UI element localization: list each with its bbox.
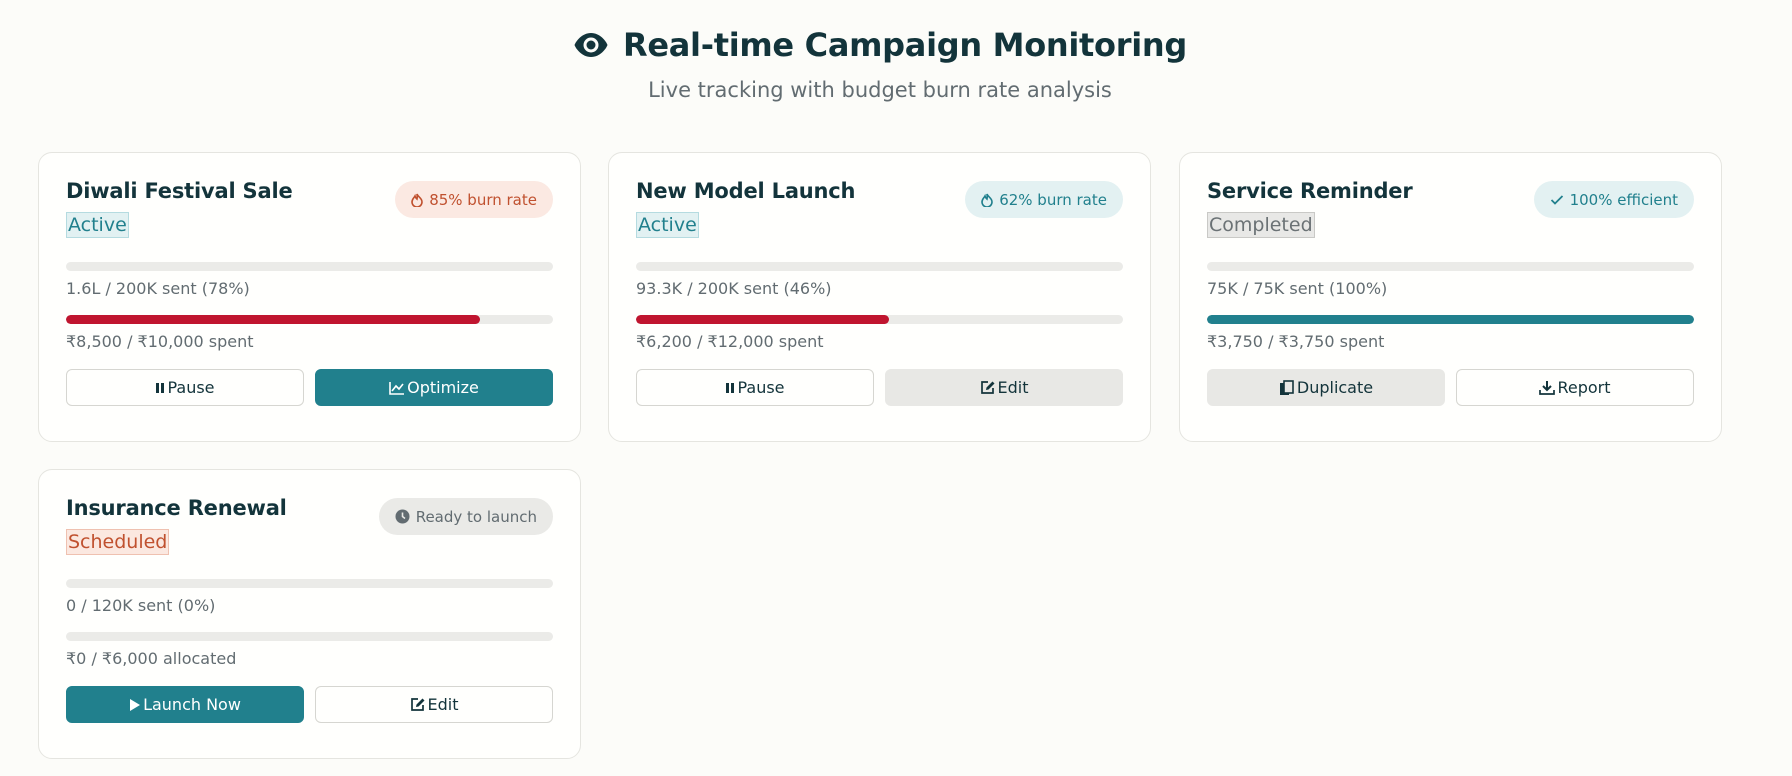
campaign-card: Insurance Renewal Scheduled Ready to lau… xyxy=(38,469,581,759)
button-label: Duplicate xyxy=(1296,378,1374,397)
launch-now-button[interactable]: Launch Now xyxy=(66,686,304,723)
title-row: Real-time Campaign Monitoring xyxy=(0,26,1760,64)
badge-text: 62% burn rate xyxy=(999,190,1107,209)
spend-label: ₹8,500 / ₹10,000 spent xyxy=(66,332,254,351)
sent-progress-bar xyxy=(66,262,553,271)
pause-button[interactable]: Pause xyxy=(636,369,874,406)
burn-rate-badge: 62% burn rate xyxy=(965,181,1123,218)
sent-progress-bar xyxy=(636,262,1123,271)
pause-icon xyxy=(725,382,735,394)
sent-progress-bar xyxy=(66,579,553,588)
button-label: Optimize xyxy=(407,378,479,397)
button-label: Launch Now xyxy=(143,695,241,714)
badge-text: 100% efficient xyxy=(1569,190,1678,209)
sent-label: 93.3K / 200K sent (46%) xyxy=(636,279,832,298)
status-label: Completed xyxy=(1207,212,1315,238)
pause-button[interactable]: Pause xyxy=(66,369,304,406)
spend-progress-bar xyxy=(1207,315,1694,324)
campaign-card: Service Reminder Completed 100% efficien… xyxy=(1179,152,1722,442)
sent-label: 75K / 75K sent (100%) xyxy=(1207,279,1388,298)
efficiency-badge: 100% efficient xyxy=(1533,181,1694,218)
status-label: Active xyxy=(636,212,699,238)
campaign-name: Diwali Festival Sale xyxy=(66,179,293,203)
campaign-card: New Model Launch Active 62% burn rate 93… xyxy=(608,152,1151,442)
status-label: Scheduled xyxy=(66,529,170,555)
sent-label: 1.6L / 200K sent (78%) xyxy=(66,279,250,298)
clock-icon xyxy=(395,509,410,524)
eye-icon xyxy=(573,30,609,60)
fire-icon xyxy=(981,193,994,207)
page-header: Real-time Campaign Monitoring Live track… xyxy=(0,0,1760,102)
download-icon xyxy=(1539,380,1556,395)
launch-status-badge: Ready to launch xyxy=(378,498,553,535)
chart-line-icon xyxy=(389,381,405,395)
button-label: Report xyxy=(1557,378,1611,397)
badge-text: Ready to launch xyxy=(415,507,537,526)
page-subtitle: Live tracking with budget burn rate anal… xyxy=(648,78,1112,102)
fire-icon xyxy=(411,193,424,207)
button-label: Pause xyxy=(737,378,785,397)
edit-button[interactable]: Edit xyxy=(885,369,1123,406)
burn-rate-badge: 85% burn rate xyxy=(395,181,553,218)
campaign-card: Diwali Festival Sale Active 85% burn rat… xyxy=(38,152,581,442)
button-label: Edit xyxy=(997,378,1029,397)
optimize-button[interactable]: Optimize xyxy=(315,369,553,406)
spend-progress-bar xyxy=(636,315,1123,324)
button-label: Edit xyxy=(427,695,459,714)
spend-label: ₹0 / ₹6,000 allocated xyxy=(66,649,237,668)
edit-icon xyxy=(410,697,426,712)
play-icon xyxy=(129,698,141,712)
campaign-name: Service Reminder xyxy=(1207,179,1413,203)
pause-icon xyxy=(155,382,165,394)
spend-label: ₹3,750 / ₹3,750 spent xyxy=(1207,332,1385,351)
report-button[interactable]: Report xyxy=(1456,369,1694,406)
edit-button[interactable]: Edit xyxy=(315,686,553,723)
sent-label: 0 / 120K sent (0%) xyxy=(66,596,216,615)
page-title: Real-time Campaign Monitoring xyxy=(623,26,1187,64)
edit-icon xyxy=(980,380,996,395)
campaign-name: New Model Launch xyxy=(636,179,856,203)
sent-progress-bar xyxy=(1207,262,1694,271)
copy-icon xyxy=(1279,379,1295,396)
spend-progress-bar xyxy=(66,632,553,641)
spend-label: ₹6,200 / ₹12,000 spent xyxy=(636,332,824,351)
check-icon xyxy=(1550,194,1564,206)
badge-text: 85% burn rate xyxy=(429,190,537,209)
button-label: Pause xyxy=(167,378,215,397)
duplicate-button[interactable]: Duplicate xyxy=(1207,369,1445,406)
spend-progress-bar xyxy=(66,315,553,324)
status-label: Active xyxy=(66,212,129,238)
campaign-name: Insurance Renewal xyxy=(66,496,287,520)
